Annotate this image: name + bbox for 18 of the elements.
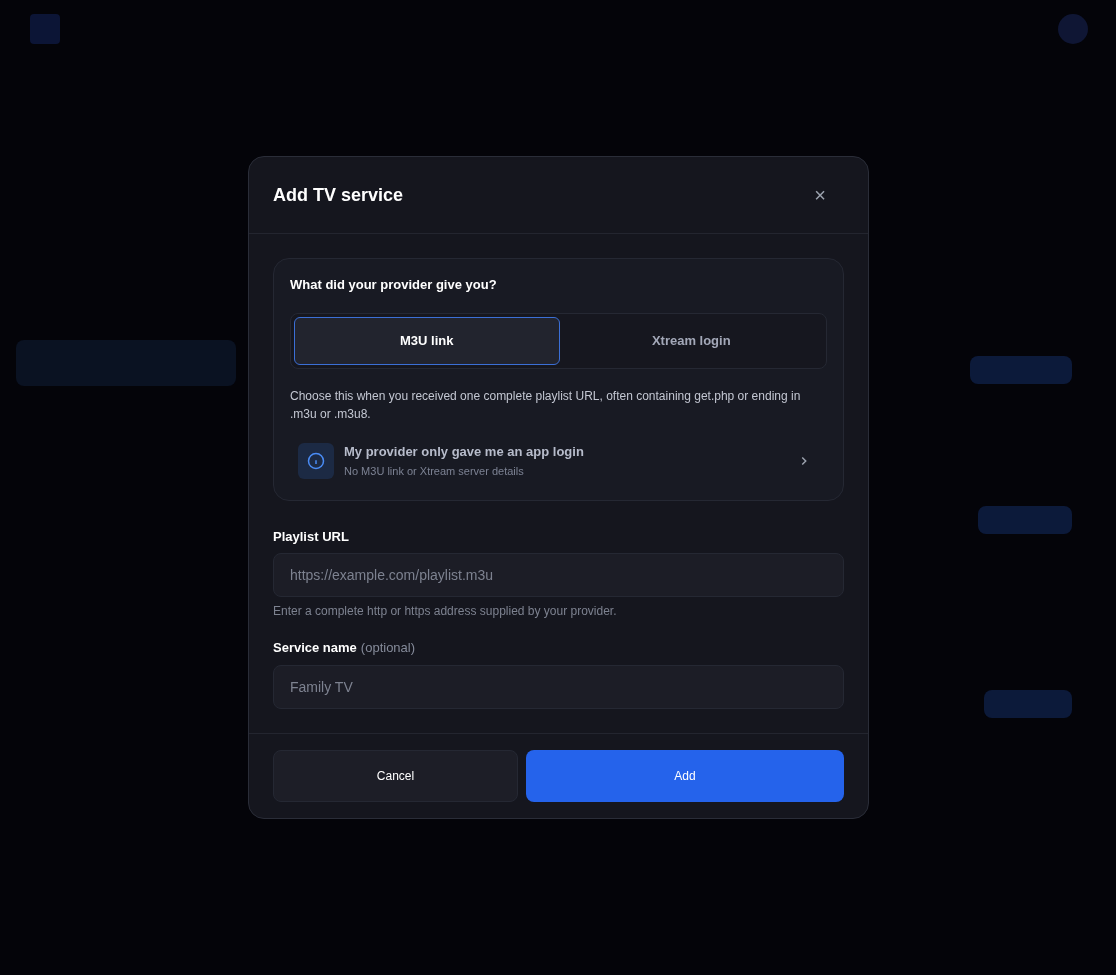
app-login-subtitle: No M3U link or Xtream server details [344, 464, 525, 479]
option-hint: Choose this when you received one complete playlist URL, often containing get.php or ending in .m3u or .m3u8. [290, 387, 802, 423]
info-icon [298, 442, 334, 479]
close-button[interactable]: × [808, 183, 832, 207]
cancel-button[interactable]: Cancel [273, 750, 518, 802]
add-button[interactable]: Add [526, 750, 844, 802]
option-tab[interactable]: M3U link [294, 316, 560, 365]
card-question: What did your provider give you? [290, 276, 498, 294]
app-login-row[interactable]: My provider only gave me an app login No M3U link or Xtream server details [290, 437, 827, 484]
field-help: Enter a complete http or https address supplied by your provider. [273, 603, 618, 620]
option-tab[interactable]: Xtream login [559, 316, 823, 365]
app-login-title: My provider only gave me an app login [344, 442, 585, 461]
field-label: Playlist URL [273, 528, 349, 544]
text-field[interactable]: https://example.com/playlist.m3u [273, 553, 844, 597]
field-label: Service name [273, 640, 357, 655]
optional-note: (optional) [360, 640, 416, 655]
dialog-title: Add TV service [273, 183, 404, 207]
text-field[interactable]: Family TV [273, 664, 844, 709]
